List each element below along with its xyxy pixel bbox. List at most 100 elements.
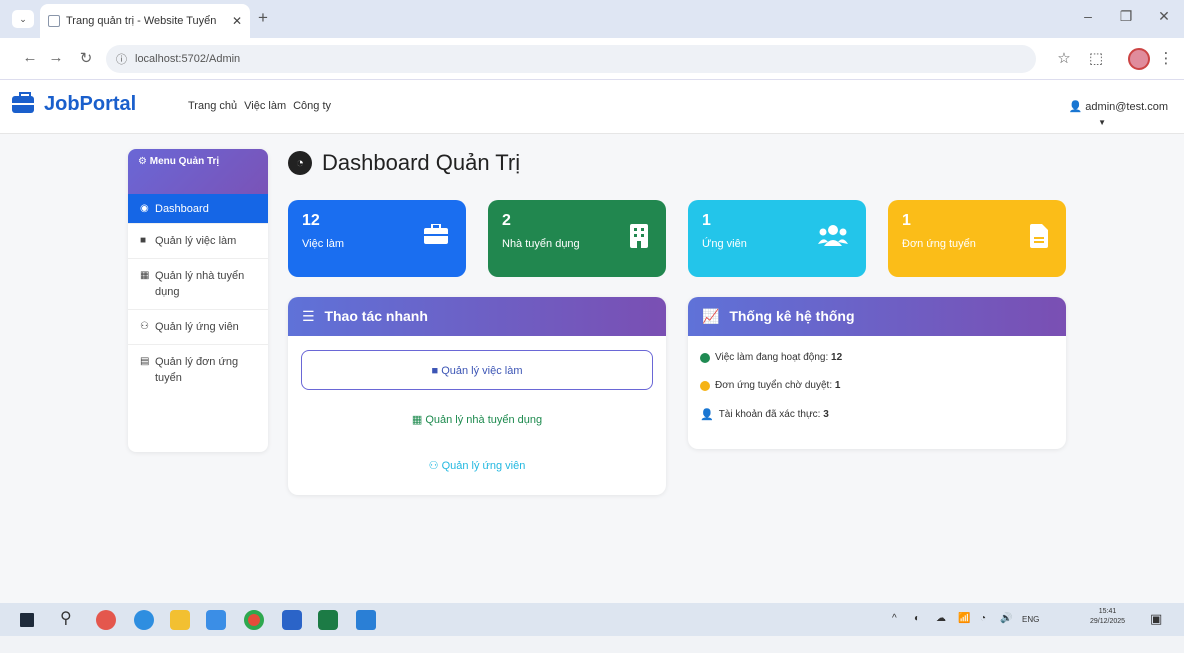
page-favicon-icon xyxy=(48,15,60,27)
vscode-icon[interactable] xyxy=(356,610,376,630)
button-label: Quản lý ứng viên xyxy=(441,460,526,472)
quick-actions-header: ☰ Thao tác nhanh xyxy=(288,297,666,336)
back-icon[interactable]: ← xyxy=(20,49,40,66)
sidebar-title: Menu Quản Trị xyxy=(149,156,220,167)
stat-active-jobs: Việc làm đang hoạt động: 12 xyxy=(700,352,842,363)
stat-card-applications: 1 Đơn ứng tuyển xyxy=(888,200,1066,277)
language-indicator[interactable]: ENG xyxy=(1022,615,1039,624)
reload-icon[interactable]: ↻ xyxy=(76,49,96,67)
forward-icon[interactable]: → xyxy=(46,49,66,66)
system-stats-header: 📈 Thống kê hệ thống xyxy=(688,297,1066,336)
stat-pending-applications: Đơn ứng tuyển chờ duyệt: 1 xyxy=(700,380,840,391)
user-menu[interactable]: 👤 admin@test.com xyxy=(1069,100,1168,113)
system-stats-title: Thống kê hệ thống xyxy=(729,308,855,324)
network-icon[interactable]: 📶 xyxy=(958,613,970,624)
user-icon: 👤 xyxy=(1068,101,1083,113)
sidebar-item-employers[interactable]: ▦ Quản lý nhà tuyển dụng xyxy=(128,259,268,310)
clock-icon xyxy=(700,380,710,391)
manage-candidates-button[interactable]: ⚇ Quản lý ứng viên xyxy=(301,446,653,486)
tab-title: Trang quản trị - Website Tuyển xyxy=(66,15,217,27)
user-check-icon: 👤 xyxy=(700,409,714,421)
cloud-icon[interactable]: ☁ xyxy=(936,613,946,624)
tray-app-icon[interactable]: ◐ xyxy=(914,613,920,624)
chrome-icon[interactable] xyxy=(244,610,264,630)
notification-icon[interactable]: ▣ xyxy=(1150,611,1162,627)
site-info-icon[interactable]: ⓘ xyxy=(116,51,127,67)
building-icon: ▦ xyxy=(140,270,150,281)
wifi-icon[interactable]: ◔ xyxy=(980,613,986,624)
browser-menu-icon[interactable]: ⋮ xyxy=(1156,49,1176,67)
caret-down-icon[interactable]: ▼ xyxy=(1098,118,1106,127)
extensions-icon[interactable]: ⬚ xyxy=(1086,49,1106,67)
sidebar-item-label: Dashboard xyxy=(155,203,209,215)
windows-start-icon[interactable] xyxy=(20,613,34,627)
excel-icon[interactable] xyxy=(318,610,338,630)
stat-label: Tài khoản đã xác thực: xyxy=(718,409,821,420)
nav-link-home[interactable]: Trang chủ xyxy=(188,100,237,112)
check-circle-icon xyxy=(700,352,710,363)
url-text: localhost:5702/Admin xyxy=(135,53,241,65)
file-icon: ▤ xyxy=(140,356,150,367)
quick-actions-title: Thao tác nhanh xyxy=(324,308,428,324)
app-navbar: JobPortal Trang chủ Việc làm Công ty 👤 a… xyxy=(0,80,1184,134)
speaker-icon[interactable]: 🔊 xyxy=(1000,613,1012,624)
clock-date: 29/12/2025 xyxy=(1090,618,1126,625)
profile-avatar[interactable] xyxy=(1128,48,1150,70)
users-icon: ⚇ xyxy=(428,460,439,472)
sidebar-item-applications[interactable]: ▤ Quản lý đơn ứng tuyển xyxy=(128,345,268,395)
sidebar-item-dashboard[interactable]: ◉ Dashboard xyxy=(128,194,268,224)
sidebar-item-label: Quản lý nhà tuyển dụng xyxy=(155,270,245,298)
store-icon[interactable] xyxy=(206,610,226,630)
nav-link-jobs[interactable]: Việc làm xyxy=(244,100,286,112)
chart-line-icon: 📈 xyxy=(702,308,720,324)
new-tab-button[interactable]: + xyxy=(258,8,268,28)
manage-employers-button[interactable]: ▦ Quản lý nhà tuyển dụng xyxy=(301,400,653,440)
gauge-icon: ◉ xyxy=(140,203,149,214)
stat-label: Việc làm đang hoạt động: xyxy=(715,352,829,363)
widgets-icon[interactable] xyxy=(96,610,116,630)
tab-search-button[interactable]: ⌄ xyxy=(12,10,34,28)
button-label: Quản lý việc làm xyxy=(441,365,523,377)
page-title: ◔ Dashboard Quản Trị xyxy=(288,150,520,176)
sidebar-item-label: Quản lý việc làm xyxy=(155,235,237,247)
browser-tab[interactable]: Trang quản trị - Website Tuyển ✕ xyxy=(40,4,250,38)
user-email: admin@test.com xyxy=(1085,101,1168,113)
system-stats-panel: 📈 Thống kê hệ thống Việc làm đang hoạt đ… xyxy=(688,297,1066,449)
nav-links: Trang chủ Việc làm Công ty xyxy=(188,100,331,112)
tab-close-icon[interactable]: ✕ xyxy=(232,14,242,28)
list-icon: ☰ xyxy=(302,308,315,324)
outlook-icon[interactable] xyxy=(282,610,302,630)
maximize-button[interactable]: ❐ xyxy=(1114,8,1138,25)
stat-card-jobs: 12 Việc làm xyxy=(288,200,466,277)
building-icon xyxy=(630,224,648,254)
browser-tab-bar: ⌄ Trang quản trị - Website Tuyển ✕ + – ❐… xyxy=(0,0,1184,38)
file-icon xyxy=(1030,224,1048,254)
minimize-button[interactable]: – xyxy=(1076,8,1100,24)
sidebar-item-candidates[interactable]: ⚇ Quản lý ứng viên xyxy=(128,310,268,345)
page-title-text: Dashboard Quản Trị xyxy=(322,150,521,175)
brand-logo[interactable]: JobPortal xyxy=(12,92,136,116)
sidebar-item-label: Quản lý ứng viên xyxy=(155,321,239,333)
edge-icon[interactable] xyxy=(134,610,154,630)
file-explorer-icon[interactable] xyxy=(170,610,190,630)
stat-value: 3 xyxy=(823,409,829,420)
sidebar-item-jobs[interactable]: ■ Quản lý việc làm xyxy=(128,224,268,259)
bookmark-star-icon[interactable]: ☆ xyxy=(1054,49,1074,67)
stat-value: 12 xyxy=(831,352,843,363)
button-label: Quản lý nhà tuyển dụng xyxy=(425,414,543,426)
windows-taskbar: ⚲ ^ ◐ ☁ 📶 ◔ 🔊 ENG 15:41 29/12/2025 ▣ xyxy=(0,603,1184,636)
briefcase-icon: ■ xyxy=(140,235,147,246)
briefcase-icon: ■ xyxy=(431,365,439,377)
manage-jobs-button[interactable]: ■ Quản lý việc làm xyxy=(301,350,653,390)
search-icon[interactable]: ⚲ xyxy=(60,608,72,628)
stat-card-candidates: 1 Ứng viên xyxy=(688,200,866,277)
clock[interactable]: 15:41 29/12/2025 xyxy=(1090,607,1125,627)
briefcase-icon xyxy=(424,223,448,250)
close-window-button[interactable]: ✕ xyxy=(1152,8,1176,25)
chevron-up-icon[interactable]: ^ xyxy=(892,613,897,624)
nav-link-companies[interactable]: Công ty xyxy=(293,100,331,112)
bottom-strip xyxy=(0,636,1184,653)
gauge-icon: ◔ xyxy=(288,151,312,175)
url-field[interactable]: ⓘ localhost:5702/Admin xyxy=(106,45,1036,73)
stat-value: 1 xyxy=(834,380,841,391)
